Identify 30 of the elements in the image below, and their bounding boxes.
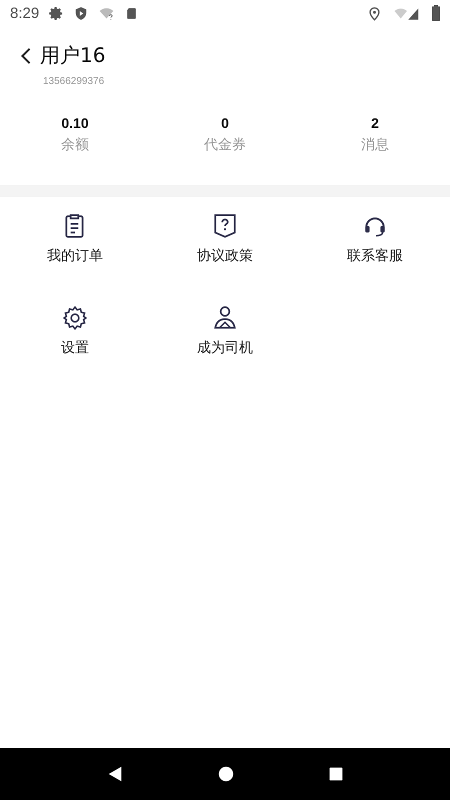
shield-icon — [74, 6, 88, 20]
menu-label[interactable]: 设置 — [61, 339, 89, 357]
stat-value: 0 — [221, 115, 229, 131]
home-icon[interactable] — [216, 765, 235, 783]
recents-icon[interactable] — [328, 766, 344, 782]
stat-item[interactable]: 0.10 余额 — [0, 115, 150, 154]
menu-label[interactable]: 成为司机 — [197, 339, 253, 357]
status-time: 8:29 — [10, 4, 40, 22]
stat-item[interactable]: 2 消息 — [300, 115, 450, 154]
wifi-icon — [98, 6, 116, 20]
location-icon — [367, 6, 382, 20]
stat-label: 代金券 — [204, 136, 246, 154]
phone-number: 13566299376 — [43, 76, 104, 87]
stat-label: 消息 — [361, 136, 389, 154]
battery-icon — [432, 5, 440, 21]
menu-label[interactable]: 协议政策 — [197, 247, 253, 265]
back-icon[interactable] — [106, 765, 124, 783]
menu-label[interactable]: 联系客服 — [347, 247, 403, 265]
stat-item[interactable]: 0 代金券 — [150, 115, 300, 154]
person-icon[interactable] — [212, 305, 238, 331]
settings-icon — [49, 6, 64, 20]
stat-value: 0.10 — [61, 115, 89, 131]
user-name: 用户16 — [40, 42, 106, 69]
shield-question-icon[interactable] — [212, 213, 238, 239]
settings-icon[interactable] — [62, 305, 88, 331]
stat-label: 余额 — [61, 136, 89, 154]
sd-card-icon — [125, 6, 138, 20]
menu-label[interactable]: 我的订单 — [47, 247, 103, 265]
back-icon[interactable] — [20, 46, 32, 64]
stat-value: 2 — [371, 115, 379, 131]
